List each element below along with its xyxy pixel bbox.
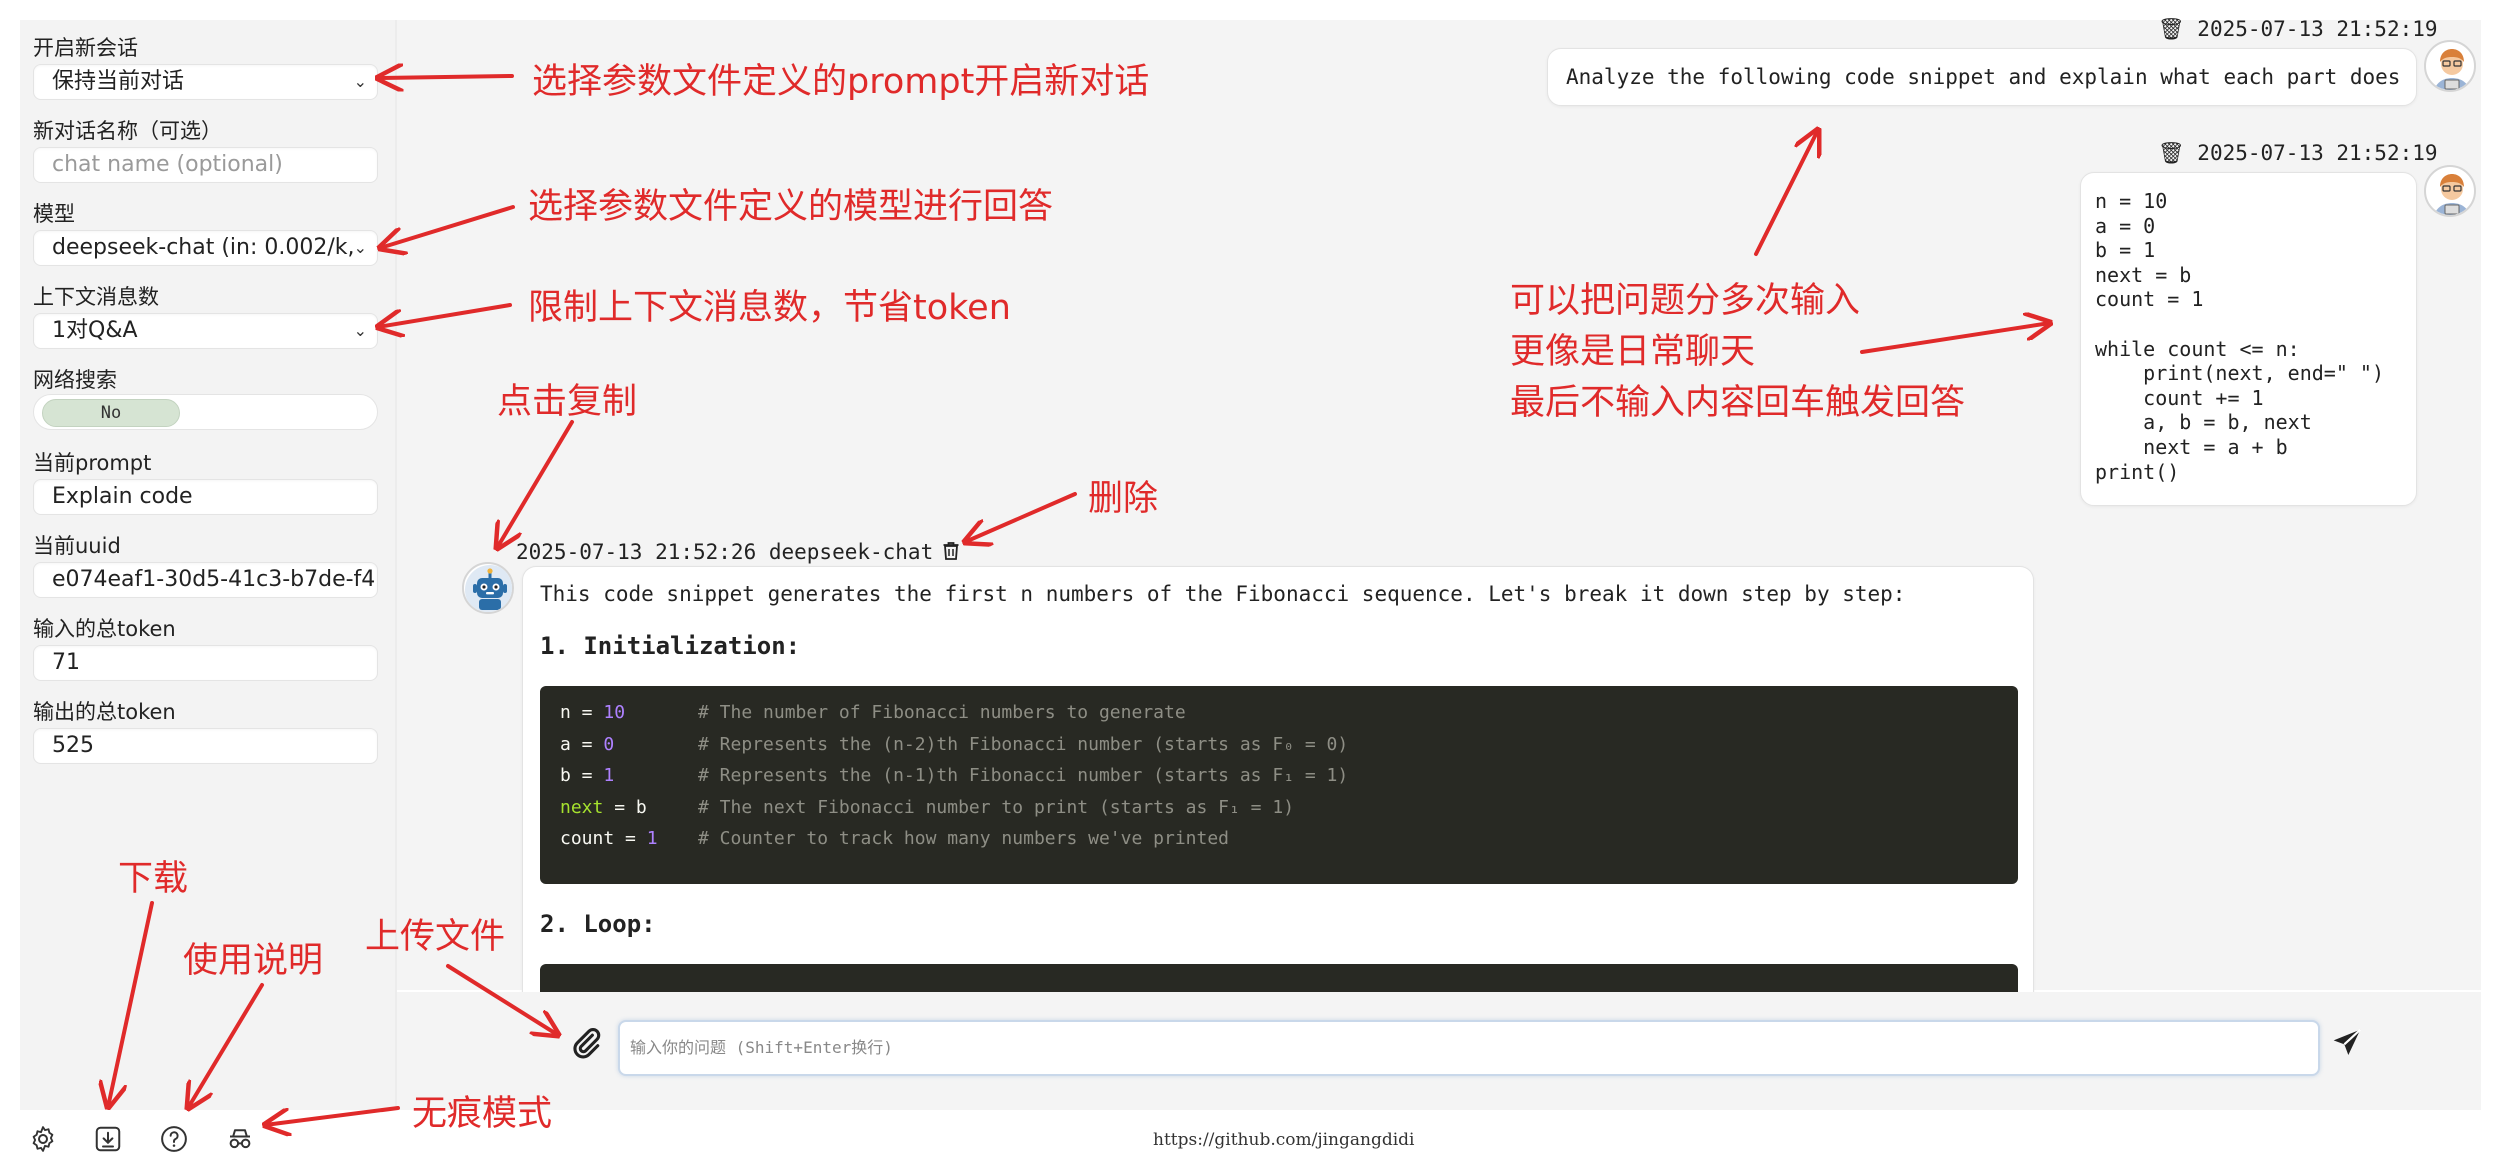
chat-name-label: 新对话名称（可选）: [33, 119, 222, 143]
bot-message-header: 2025-07-13 21:52:26 deepseek-chat: [516, 540, 934, 564]
download-icon[interactable]: [93, 1124, 123, 1154]
context-value: 1对Q&A: [52, 318, 138, 343]
message-timestamp[interactable]: 🗑 2025-07-13 21:52:19: [2158, 141, 2438, 166]
annotation-model: 选择参数文件定义的模型进行回答: [528, 187, 1054, 227]
context-label: 上下文消息数: [33, 285, 159, 309]
annotation-download: 下载: [118, 859, 189, 899]
github-link[interactable]: https://github.com/jingangdidi: [1153, 1130, 1414, 1150]
section-heading: 2. Loop:: [540, 910, 656, 938]
chat-name-input[interactable]: chat name (optional): [33, 147, 378, 183]
user-avatar: [2424, 165, 2476, 217]
code-line: count = 1: [560, 828, 658, 850]
code-line: a = 0: [560, 733, 615, 755]
input-tokens-label: 输入的总token: [33, 617, 176, 641]
uuid-field: e074eaf1-30d5-41c3-b7de-f4: [33, 562, 378, 598]
message-input[interactable]: 输入你的问题 (Shift+Enter换行): [618, 1020, 2320, 1076]
code-comment: # Represents the (n-1)th Fibonacci numbe…: [698, 765, 1349, 787]
help-icon[interactable]: [159, 1124, 189, 1154]
web-search-label: 网络搜索: [33, 368, 117, 392]
user-code-message-bubble[interactable]: n = 10 a = 0 b = 1 next = b count = 1 wh…: [2080, 172, 2417, 506]
annotation-incognito: 无痕模式: [412, 1094, 553, 1134]
section-heading: 1. Initialization:: [540, 632, 801, 660]
annotation-delete: 删除: [1088, 479, 1159, 519]
code-comment: # Counter to track how many numbers we'v…: [698, 828, 1230, 850]
code-line: next = b: [560, 796, 647, 818]
code-block[interactable]: n = 10 # The number of Fibonacci numbers …: [540, 686, 2018, 884]
code-line: b = 1: [560, 765, 615, 787]
gear-icon[interactable]: [28, 1124, 58, 1154]
context-select[interactable]: 1对Q&A ⌄: [33, 313, 378, 349]
model-label: 模型: [33, 202, 75, 226]
model-value: deepseek-chat (in: 0.002/k,: [52, 235, 355, 260]
model-select[interactable]: deepseek-chat (in: 0.002/k, ⌄: [33, 230, 378, 266]
user-code-text: n = 10 a = 0 b = 1 next = b count = 1 wh…: [2095, 189, 2384, 484]
user-message-text: Analyze the following code snippet and e…: [1566, 65, 2401, 89]
incognito-icon[interactable]: [225, 1124, 255, 1154]
web-search-toggle[interactable]: No: [33, 394, 378, 430]
code-line: n = 10: [560, 702, 626, 723]
message-timestamp[interactable]: 🗑 2025-07-13 21:52:19: [2158, 17, 2438, 42]
annotation-multi-line3: 最后不输入内容回车触发回答: [1510, 383, 1966, 423]
annotation-new-chat: 选择参数文件定义的prompt开启新对话: [532, 62, 1150, 102]
uuid-label: 当前uuid: [33, 534, 121, 558]
paperclip-icon[interactable]: [569, 1026, 603, 1060]
prompt-label: 当前prompt: [33, 451, 152, 475]
annotation-upload: 上传文件: [365, 917, 506, 957]
chevron-down-icon: ⌄: [353, 238, 367, 257]
chevron-down-icon: ⌄: [353, 321, 367, 340]
annotation-context: 限制上下文消息数，节省token: [528, 288, 1011, 328]
annotation-help: 使用说明: [183, 941, 324, 981]
new-chat-value: 保持当前对话: [52, 69, 185, 94]
annotation-multi-line1: 可以把问题分多次输入: [1510, 281, 1861, 321]
sidebar-bottom-toolbar: [20, 1110, 395, 1166]
output-tokens-label: 输出的总token: [33, 700, 176, 724]
annotation-copy: 点击复制: [497, 382, 638, 422]
new-chat-label: 开启新会话: [33, 36, 138, 60]
user-avatar: [2424, 40, 2476, 92]
bot-avatar: [462, 562, 514, 614]
code-comment: # Represents the (n-2)th Fibonacci numbe…: [698, 733, 1349, 755]
code-comment: # The number of Fibonacci numbers to gen…: [698, 702, 1186, 723]
chevron-down-icon: ⌄: [353, 72, 367, 91]
prompt-field: Explain code: [33, 479, 378, 515]
annotation-multi-line2: 更像是日常聊天: [1510, 332, 1756, 372]
user-message-bubble[interactable]: Analyze the following code snippet and e…: [1547, 48, 2417, 106]
code-comment: # The next Fibonacci number to print (st…: [698, 796, 1295, 818]
input-tokens-field: 71: [33, 645, 378, 681]
web-search-value: No: [42, 399, 180, 427]
trash-icon[interactable]: [941, 540, 961, 562]
output-tokens-field: 525: [33, 728, 378, 764]
bot-intro-text: This code snippet generates the first n …: [540, 582, 1906, 606]
new-chat-select[interactable]: 保持当前对话 ⌄: [33, 64, 378, 100]
code-block[interactable]: [540, 964, 2018, 992]
send-icon[interactable]: [2331, 1027, 2363, 1059]
